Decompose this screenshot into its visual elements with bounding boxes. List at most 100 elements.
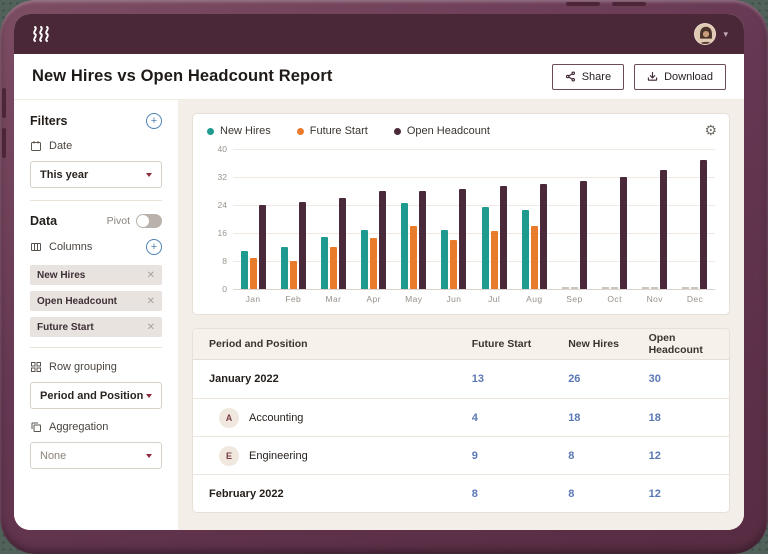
zero-value-stub — [570, 287, 578, 289]
bar-open-headcount — [459, 189, 467, 289]
cell-link-new-hires[interactable]: 18 — [568, 412, 648, 424]
row-grouping-value: Period and Position — [40, 389, 144, 402]
table-row: E Engineering 9 8 12 — [193, 436, 729, 474]
pivot-toggle[interactable] — [136, 214, 162, 228]
legend-dot — [207, 127, 214, 135]
cell-link-open-headcount[interactable]: 12 — [649, 450, 729, 462]
row-grouping-select[interactable]: Period and Position — [30, 382, 162, 409]
top-navigation-bar: ▾ — [14, 14, 744, 54]
x-axis-tick-label: Jun — [446, 294, 462, 304]
tablet-scene: ▾ New Hires vs Open Headcount Report Sha… — [0, 0, 768, 554]
bar-new-hires — [280, 247, 288, 289]
bar-new-hires — [240, 250, 248, 289]
position-avatar: E — [219, 445, 239, 466]
cell-link-future-start[interactable]: 4 — [472, 412, 568, 424]
chart-legend: New Hires Future Start Open Headcount — [207, 125, 715, 137]
bar-future-start — [249, 257, 257, 289]
legend-dot — [393, 127, 401, 135]
user-avatar[interactable] — [694, 23, 717, 45]
legend-item[interactable]: Future Start — [296, 125, 368, 137]
bar-future-start — [410, 226, 418, 289]
share-button[interactable]: Share — [551, 63, 625, 90]
filters-title: Filters — [30, 114, 68, 128]
column-header: Open Headcount — [648, 332, 703, 356]
cell-link-new-hires[interactable]: 8 — [568, 450, 648, 462]
download-icon — [647, 71, 658, 81]
date-filter-select[interactable]: This year — [30, 161, 162, 188]
y-axis-tick-label: 8 — [222, 256, 227, 266]
zero-value-stub — [611, 287, 619, 289]
chart-x-axis-labels: Jan Feb Mar Apr May Jun Jul Aug Sep Oct Nov Dec — [233, 294, 715, 304]
row-label: E Engineering — [193, 445, 472, 466]
zero-value-stub — [642, 287, 650, 289]
bar-new-hires — [441, 229, 449, 289]
column-tag-label: Future Start — [37, 321, 94, 333]
table-row: February 2022 8 8 12 — [193, 474, 729, 512]
report-main-area: New Hires Future Start Open Headcount ⚙ … — [178, 100, 744, 530]
column-header: Period and Position — [209, 338, 308, 350]
gridline — [233, 289, 715, 290]
legend-dot — [296, 127, 304, 135]
bar-new-hires — [401, 203, 409, 289]
bar-future-start — [530, 226, 538, 289]
bar-future-start — [370, 238, 378, 289]
aggregation-icon — [31, 422, 41, 432]
row-grouping-icon — [31, 362, 41, 372]
rippling-logo-icon[interactable] — [30, 24, 56, 44]
pivot-label: Pivot — [106, 215, 130, 227]
row-label: A Accounting — [193, 407, 472, 428]
report-table: Period and Position Future Start New Hir… — [192, 328, 730, 513]
month-bar-group — [595, 149, 635, 289]
x-axis-tick-label: Apr — [366, 294, 381, 304]
page-title: New Hires vs Open Headcount Report — [32, 67, 333, 85]
chevron-down-icon[interactable]: ▾ — [723, 29, 728, 39]
share-icon — [565, 71, 575, 82]
table-row: A Accounting 4 18 18 — [193, 398, 729, 436]
calendar-icon — [31, 141, 41, 151]
zero-value-stub — [682, 287, 690, 289]
add-column-button[interactable]: + — [146, 239, 162, 255]
bar-new-hires — [521, 210, 529, 289]
bar-future-start — [450, 240, 458, 289]
bar-open-headcount — [258, 205, 266, 289]
legend-item[interactable]: New Hires — [207, 125, 271, 137]
month-bar-group — [313, 149, 353, 289]
cell-link-future-start[interactable]: 13 — [472, 373, 568, 385]
cell-link-open-headcount[interactable]: 12 — [649, 488, 729, 500]
aggregation-select[interactable]: None — [30, 442, 162, 469]
tablet-button — [2, 128, 6, 158]
zero-value-stub — [691, 287, 699, 289]
remove-tag-icon[interactable]: ✕ — [147, 270, 155, 281]
x-axis-tick-label: Oct — [607, 294, 622, 304]
aggregation-value: None — [40, 449, 67, 462]
table-row: January 2022 13 26 30 — [193, 360, 729, 398]
x-axis-tick-label: Mar — [325, 294, 342, 304]
add-filter-button[interactable]: + — [146, 113, 162, 129]
tablet-button — [2, 88, 6, 118]
table-header-row: Period and Position Future Start New Hir… — [193, 329, 729, 360]
cell-link-future-start[interactable]: 9 — [472, 450, 568, 462]
cell-link-future-start[interactable]: 8 — [472, 488, 568, 500]
cell-link-new-hires[interactable]: 26 — [568, 373, 648, 385]
cell-link-open-headcount[interactable]: 18 — [649, 412, 729, 424]
chart-settings-gear-icon[interactable]: ⚙ — [704, 122, 717, 139]
x-axis-tick-label: Sep — [566, 294, 583, 304]
caret-down-icon — [146, 393, 152, 398]
column-tag: Future Start ✕ — [30, 317, 162, 337]
aggregation-label: Aggregation — [49, 421, 109, 433]
bar-future-start — [289, 261, 297, 289]
zero-value-stub — [561, 287, 569, 289]
position-avatar: A — [219, 407, 239, 428]
app-screen: ▾ New Hires vs Open Headcount Report Sha… — [14, 14, 744, 530]
remove-tag-icon[interactable]: ✕ — [147, 322, 155, 333]
cell-link-open-headcount[interactable]: 30 — [649, 373, 729, 385]
cell-link-new-hires[interactable]: 8 — [568, 488, 648, 500]
legend-item[interactable]: Open Headcount — [393, 125, 490, 137]
tablet-button — [566, 2, 600, 6]
month-bar-group — [635, 149, 675, 289]
download-button[interactable]: Download — [634, 63, 726, 90]
bar-open-headcount — [579, 180, 587, 289]
tablet-button — [612, 2, 646, 6]
sidebar-divider — [30, 347, 162, 348]
remove-tag-icon[interactable]: ✕ — [147, 296, 155, 307]
